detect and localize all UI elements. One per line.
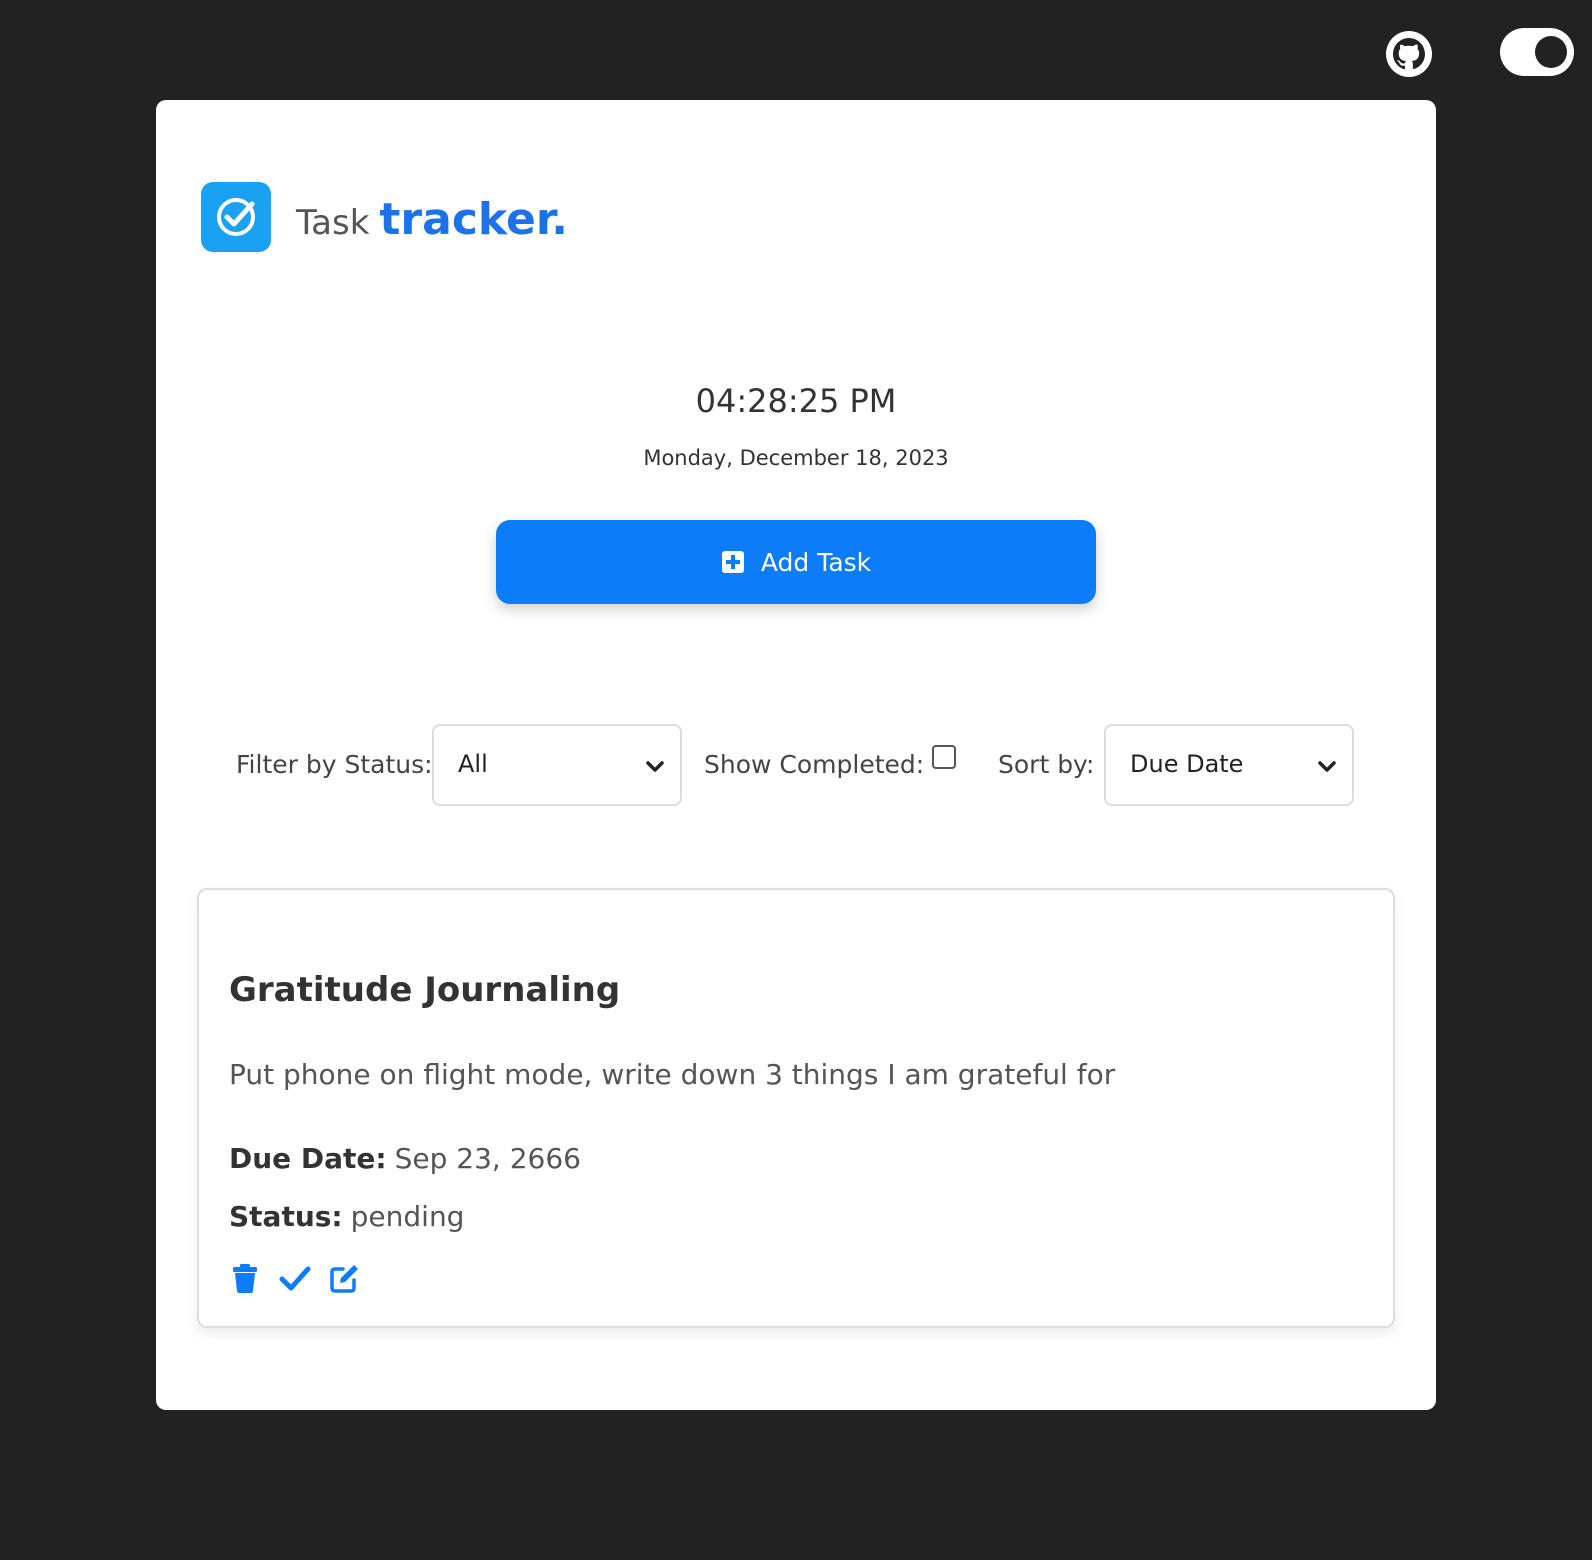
filter-status-label: Filter by Status: (236, 750, 433, 779)
check-icon[interactable] (279, 1262, 311, 1294)
task-title: Gratitude Journaling (229, 970, 621, 1010)
theme-toggle[interactable] (1500, 28, 1574, 76)
task-due-date: Due Date: Sep 23, 2666 (229, 1142, 581, 1175)
status-filter-select[interactable]: All (432, 724, 682, 806)
sort-by-label: Sort by: (998, 750, 1095, 779)
add-task-button[interactable]: Add Task (496, 520, 1096, 604)
add-task-label: Add Task (760, 547, 872, 577)
plus-square-icon (721, 551, 744, 573)
github-link[interactable] (1385, 30, 1433, 78)
status-value: pending (350, 1200, 465, 1233)
task-status: Status: pending (229, 1200, 464, 1233)
main-card: Task tracker. 04:28:25 PM Monday, Decembe… (156, 100, 1436, 1410)
app-title-tracker: tracker. (379, 194, 568, 245)
task-description: Put phone on flight mode, write down 3 t… (229, 1058, 1116, 1091)
github-icon (1386, 31, 1432, 77)
clock-time: 04:28:25 PM (695, 382, 897, 420)
sort-by-select[interactable]: Due Date (1104, 724, 1354, 806)
sort-by-value: Due Date (1130, 750, 1244, 778)
status-label: Status: (229, 1200, 343, 1233)
due-date-value: Sep 23, 2666 (394, 1142, 581, 1175)
check-icon (217, 198, 255, 236)
show-completed-checkbox[interactable] (932, 745, 956, 769)
show-completed-label: Show Completed: (704, 750, 925, 779)
due-date-label: Due Date: (229, 1142, 387, 1175)
task-card: Gratitude Journaling Put phone on flight… (197, 888, 1395, 1328)
edit-icon[interactable] (329, 1262, 361, 1294)
chevron-down-icon (646, 761, 664, 772)
app-title-task: Task (296, 203, 370, 243)
trash-icon[interactable] (229, 1262, 261, 1294)
clock-date: Monday, December 18, 2023 (643, 446, 949, 470)
chevron-down-icon (1318, 761, 1336, 772)
task-actions (229, 1262, 361, 1294)
status-filter-value: All (458, 750, 488, 778)
toggle-knob (1535, 36, 1567, 68)
app-logo (201, 182, 271, 252)
app-title: Task tracker. (296, 198, 568, 242)
